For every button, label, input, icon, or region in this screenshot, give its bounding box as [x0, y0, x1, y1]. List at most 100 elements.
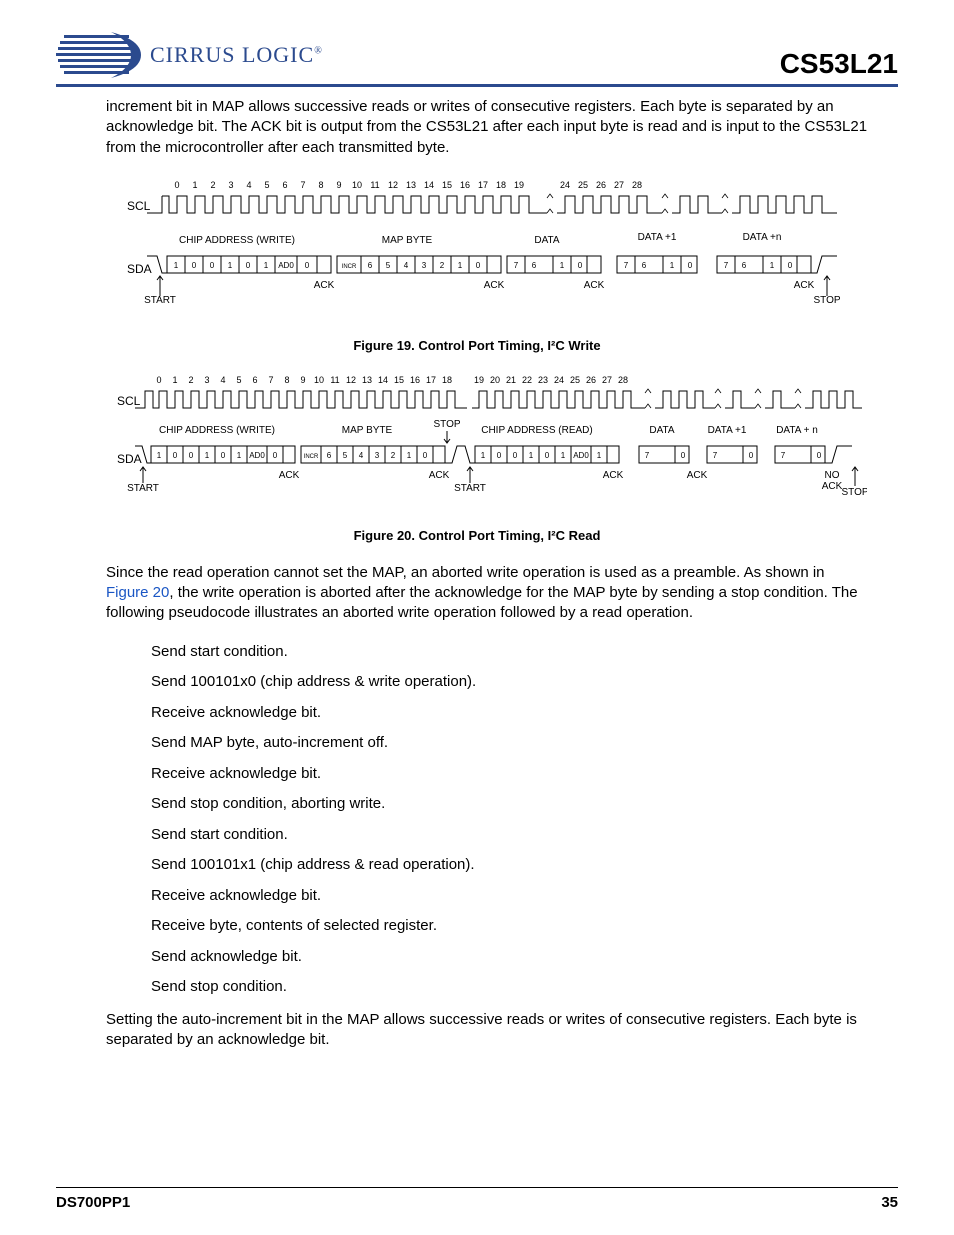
svg-text:STOP: STOP [433, 419, 460, 430]
svg-text:1: 1 [458, 261, 463, 270]
svg-text:15: 15 [442, 180, 452, 190]
svg-text:17: 17 [478, 180, 488, 190]
svg-text:10: 10 [314, 375, 324, 385]
svg-text:5: 5 [343, 451, 348, 460]
svg-text:3: 3 [228, 180, 233, 190]
svg-text:7: 7 [514, 261, 519, 270]
figure-19-diagram: 0123 4567 891011 12131415 16171819 24252… [97, 178, 857, 328]
svg-text:1: 1 [481, 451, 486, 460]
svg-text:0: 0 [210, 261, 215, 270]
list-item: Receive byte, contents of selected regis… [151, 918, 898, 935]
svg-text:28: 28 [618, 375, 628, 385]
list-item: Receive acknowledge bit. [151, 888, 898, 905]
figure-20-caption: Figure 20. Control Port Timing, I²C Read [56, 528, 898, 543]
svg-text:15: 15 [394, 375, 404, 385]
list-item: Send stop condition. [151, 979, 898, 996]
svg-text:19: 19 [474, 375, 484, 385]
svg-text:13: 13 [362, 375, 372, 385]
svg-text:0: 0 [273, 451, 278, 460]
svg-text:SDA: SDA [117, 452, 142, 466]
svg-text:INCR: INCR [304, 454, 319, 460]
svg-text:5: 5 [236, 375, 241, 385]
svg-text:16: 16 [460, 180, 470, 190]
figure-20-link[interactable]: Figure 20 [106, 584, 169, 601]
svg-text:CHIP ADDRESS (READ): CHIP ADDRESS (READ) [481, 425, 593, 436]
svg-text:3: 3 [422, 261, 427, 270]
svg-text:AD0: AD0 [573, 451, 589, 460]
svg-text:0: 0 [156, 375, 161, 385]
svg-text:3: 3 [204, 375, 209, 385]
svg-text:7: 7 [724, 261, 729, 270]
svg-text:DATA: DATA [534, 235, 560, 246]
svg-text:12: 12 [388, 180, 398, 190]
doc-number: DS700PP1 [56, 1194, 130, 1211]
figure-20-diagram: 0123 4567 891011 12131415 161718 1920212… [87, 373, 867, 518]
svg-text:ACK: ACK [822, 481, 843, 492]
figure-19-caption: Figure 19. Control Port Timing, I²C Writ… [56, 338, 898, 353]
svg-text:START: START [454, 483, 486, 494]
svg-text:25: 25 [570, 375, 580, 385]
svg-text:0: 0 [513, 451, 518, 460]
list-item: Send 100101x0 (chip address & write oper… [151, 674, 898, 691]
list-item: Send acknowledge bit. [151, 949, 898, 966]
svg-text:DATA: DATA [649, 425, 675, 436]
svg-text:0: 0 [246, 261, 251, 270]
svg-text:1: 1 [597, 451, 602, 460]
svg-text:0: 0 [305, 261, 310, 270]
svg-text:START: START [144, 295, 176, 306]
svg-text:7: 7 [713, 451, 718, 460]
list-item: Send MAP byte, auto-increment off. [151, 735, 898, 752]
svg-text:0: 0 [174, 180, 179, 190]
svg-text:1: 1 [174, 261, 179, 270]
svg-text:14: 14 [424, 180, 434, 190]
svg-text:11: 11 [330, 375, 339, 385]
svg-text:1: 1 [172, 375, 177, 385]
page-number: 35 [881, 1194, 898, 1211]
svg-text:6: 6 [642, 261, 647, 270]
svg-text:16: 16 [410, 375, 420, 385]
svg-text:17: 17 [426, 375, 436, 385]
svg-text:0: 0 [476, 261, 481, 270]
svg-text:ACK: ACK [484, 280, 505, 291]
svg-text:24: 24 [560, 180, 570, 190]
svg-text:7: 7 [268, 375, 273, 385]
svg-text:4: 4 [359, 451, 364, 460]
svg-text:28: 28 [632, 180, 642, 190]
svg-text:0: 0 [681, 451, 686, 460]
svg-text:1: 1 [560, 261, 565, 270]
svg-text:6: 6 [252, 375, 257, 385]
svg-text:10: 10 [352, 180, 362, 190]
svg-text:11: 11 [370, 180, 379, 190]
svg-text:SCL: SCL [127, 199, 151, 213]
svg-text:1: 1 [205, 451, 210, 460]
mid-text-2: , the write operation is aborted after t… [106, 584, 858, 621]
svg-text:7: 7 [781, 451, 786, 460]
svg-text:AD0: AD0 [278, 261, 294, 270]
svg-text:4: 4 [220, 375, 225, 385]
svg-text:0: 0 [192, 261, 197, 270]
svg-text:CHIP ADDRESS (WRITE): CHIP ADDRESS (WRITE) [159, 425, 275, 436]
svg-text:6: 6 [368, 261, 373, 270]
svg-text:DATA +1: DATA +1 [708, 425, 747, 436]
svg-text:7: 7 [624, 261, 629, 270]
svg-text:2: 2 [210, 180, 215, 190]
svg-text:2: 2 [391, 451, 396, 460]
mid-text-1: Since the read operation cannot set the … [106, 564, 825, 581]
svg-text:ACK: ACK [279, 470, 300, 481]
svg-text:0: 0 [788, 261, 793, 270]
page-header: CIRRUS LOGIC® CS53L21 [56, 30, 898, 87]
svg-text:1: 1 [228, 261, 233, 270]
svg-text:6: 6 [532, 261, 537, 270]
svg-text:DATA +n: DATA +n [743, 232, 782, 243]
svg-text:0: 0 [497, 451, 502, 460]
svg-text:0: 0 [189, 451, 194, 460]
pseudocode-list: Send start condition. Send 100101x0 (chi… [151, 644, 898, 996]
svg-text:ACK: ACK [429, 470, 450, 481]
svg-text:9: 9 [300, 375, 305, 385]
svg-text:1: 1 [192, 180, 197, 190]
svg-text:3: 3 [375, 451, 380, 460]
svg-text:0: 0 [688, 261, 693, 270]
svg-text:13: 13 [406, 180, 416, 190]
company-logo: CIRRUS LOGIC® [56, 30, 323, 80]
svg-text:5: 5 [386, 261, 391, 270]
